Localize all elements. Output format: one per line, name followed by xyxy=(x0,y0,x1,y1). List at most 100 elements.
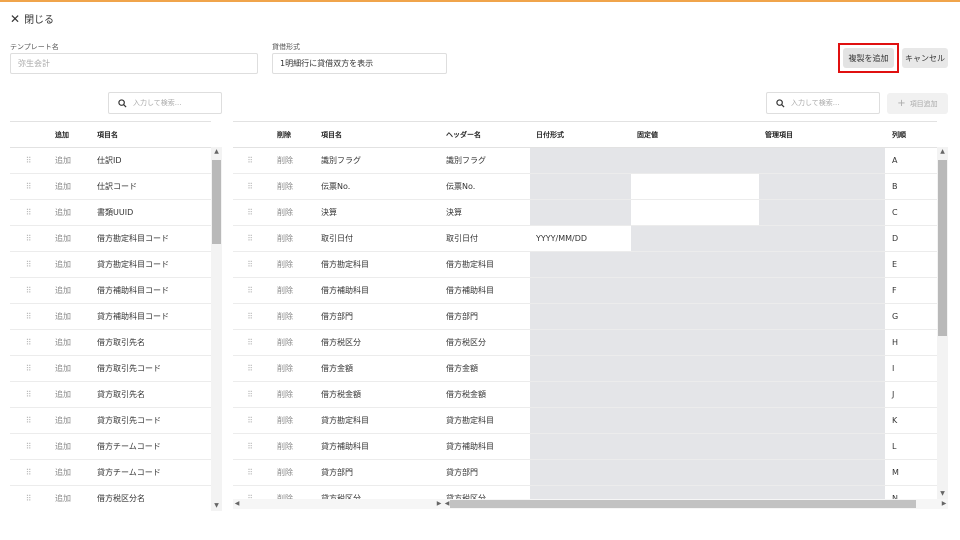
header-name-cell[interactable]: 識別フラグ xyxy=(440,148,530,173)
delete-action[interactable]: 削除 xyxy=(266,460,314,485)
drag-handle-icon[interactable]: ⠿ xyxy=(233,226,266,251)
right-h-scrollbar-left[interactable]: ◀ ▶ xyxy=(233,499,443,509)
drag-handle-icon[interactable]: ⠿ xyxy=(10,252,46,277)
header-name-cell[interactable]: 貸方補助科目 xyxy=(440,434,530,459)
right-scroll-thumb[interactable] xyxy=(938,160,947,336)
drag-handle-icon[interactable]: ⠿ xyxy=(10,434,46,459)
table-row: ⠿ 追加 借方勘定科目コード xyxy=(10,226,211,252)
delete-action[interactable]: 削除 xyxy=(266,252,314,277)
header-name-cell[interactable]: 借方勘定科目 xyxy=(440,252,530,277)
drag-handle-icon[interactable]: ⠿ xyxy=(10,304,46,329)
header-name-cell[interactable]: 借方金額 xyxy=(440,356,530,381)
header-name-cell[interactable]: 借方補助科目 xyxy=(440,278,530,303)
delete-action[interactable]: 削除 xyxy=(266,174,314,199)
fixed-value-cell[interactable] xyxy=(631,174,759,199)
delete-action[interactable]: 削除 xyxy=(266,330,314,355)
drag-handle-icon[interactable]: ⠿ xyxy=(233,304,266,329)
drag-handle-icon[interactable]: ⠿ xyxy=(10,174,46,199)
drag-handle-icon[interactable]: ⠿ xyxy=(233,408,266,433)
drag-handle-icon[interactable]: ⠿ xyxy=(233,486,266,499)
item-name: 貸方取引先コード xyxy=(97,416,161,425)
add-action[interactable]: 追加 xyxy=(46,434,92,459)
fixed-value-cell[interactable] xyxy=(631,200,759,225)
delete-action[interactable]: 削除 xyxy=(266,226,314,251)
drag-handle-icon[interactable]: ⠿ xyxy=(233,382,266,407)
delete-action[interactable]: 削除 xyxy=(266,356,314,381)
header-name-cell[interactable]: 貸方部門 xyxy=(440,460,530,485)
header-name-cell[interactable]: 借方部門 xyxy=(440,304,530,329)
add-action[interactable]: 追加 xyxy=(46,174,92,199)
drag-handle-icon[interactable]: ⠿ xyxy=(233,330,266,355)
drag-handle-icon[interactable]: ⠿ xyxy=(10,330,46,355)
h-scroll-thumb[interactable] xyxy=(450,500,916,508)
delete-action[interactable]: 削除 xyxy=(266,200,314,225)
format-select[interactable]: 1明細行に貸借双方を表示 xyxy=(272,53,447,74)
header-name-cell[interactable]: 貸方勘定科目 xyxy=(440,408,530,433)
drag-handle-icon[interactable]: ⠿ xyxy=(10,278,46,303)
drag-handle-icon[interactable]: ⠿ xyxy=(233,148,266,173)
header-name-cell[interactable]: 貸方税区分 xyxy=(440,486,530,499)
delete-action[interactable]: 削除 xyxy=(266,408,314,433)
left-scroll-thumb[interactable] xyxy=(212,160,221,244)
cancel-button[interactable]: キャンセル xyxy=(902,48,948,68)
add-action[interactable]: 追加 xyxy=(46,226,92,251)
scroll-left-icon[interactable]: ◀ xyxy=(233,500,241,507)
add-item-button[interactable]: + 項目追加 xyxy=(887,93,948,114)
delete-action[interactable]: 削除 xyxy=(266,148,314,173)
add-action[interactable]: 追加 xyxy=(46,460,92,485)
scroll-up-icon[interactable]: ▲ xyxy=(937,148,948,155)
drag-handle-icon[interactable]: ⠿ xyxy=(10,356,46,381)
scroll-down-icon[interactable]: ▼ xyxy=(211,502,222,509)
header-name-cell[interactable]: 決算 xyxy=(440,200,530,225)
drag-handle-icon[interactable]: ⠿ xyxy=(10,148,46,173)
drag-handle-icon[interactable]: ⠿ xyxy=(233,356,266,381)
delete-action[interactable]: 削除 xyxy=(266,382,314,407)
column-order-cell: L xyxy=(892,442,897,451)
header-name-cell[interactable]: 借方税金額 xyxy=(440,382,530,407)
right-vertical-scrollbar[interactable]: ▲ ▼ xyxy=(937,147,948,499)
scroll-up-icon[interactable]: ▲ xyxy=(211,148,222,155)
column-order-cell: F xyxy=(892,286,897,295)
add-action[interactable]: 追加 xyxy=(46,304,92,329)
delete-action[interactable]: 削除 xyxy=(266,486,314,499)
drag-handle-icon[interactable]: ⠿ xyxy=(233,278,266,303)
drag-handle-icon[interactable]: ⠿ xyxy=(233,200,266,225)
add-action[interactable]: 追加 xyxy=(46,278,92,303)
add-action[interactable]: 追加 xyxy=(46,252,92,277)
left-search-input[interactable]: 入力して検索... xyxy=(108,92,222,114)
add-action[interactable]: 追加 xyxy=(46,408,92,433)
scroll-right-icon[interactable]: ▶ xyxy=(435,500,443,507)
scroll-down-icon[interactable]: ▼ xyxy=(937,490,948,497)
drag-handle-icon[interactable]: ⠿ xyxy=(233,174,266,199)
delete-action[interactable]: 削除 xyxy=(266,278,314,303)
add-action[interactable]: 追加 xyxy=(46,200,92,225)
header-name-cell[interactable]: 伝票No. xyxy=(440,174,530,199)
header-name-cell[interactable]: 借方税区分 xyxy=(440,330,530,355)
add-action[interactable]: 追加 xyxy=(46,382,92,407)
table-row: ⠿ 追加 借方チームコード xyxy=(10,434,211,460)
drag-handle-icon[interactable]: ⠿ xyxy=(233,460,266,485)
template-name-input[interactable]: 弥生会計 xyxy=(10,53,258,74)
add-action[interactable]: 追加 xyxy=(46,486,92,511)
drag-handle-icon[interactable]: ⠿ xyxy=(10,226,46,251)
left-vertical-scrollbar[interactable]: ▲ ▼ xyxy=(211,147,222,511)
right-search-input[interactable]: 入力して検索... xyxy=(766,92,880,114)
add-action[interactable]: 追加 xyxy=(46,148,92,173)
delete-action[interactable]: 削除 xyxy=(266,434,314,459)
drag-handle-icon[interactable]: ⠿ xyxy=(233,252,266,277)
add-action[interactable]: 追加 xyxy=(46,330,92,355)
drag-handle-icon[interactable]: ⠿ xyxy=(10,460,46,485)
drag-handle-icon[interactable]: ⠿ xyxy=(10,408,46,433)
right-table-body: ⠿ 削除 識別フラグ 識別フラグ A ⠿ 削除 伝票No. 伝票No. B ⠿ 削除 決算 決算 C ⠿ 削除取… xyxy=(233,148,937,499)
drag-handle-icon[interactable]: ⠿ xyxy=(10,382,46,407)
date-format-cell[interactable]: YYYY/MM/DD xyxy=(530,226,631,251)
header-name-cell[interactable]: 取引日付 xyxy=(440,226,530,251)
right-h-scrollbar-main[interactable]: ◀ ▶ xyxy=(443,499,948,509)
drag-handle-icon[interactable]: ⠿ xyxy=(10,486,46,511)
add-action[interactable]: 追加 xyxy=(46,356,92,381)
drag-handle-icon[interactable]: ⠿ xyxy=(10,200,46,225)
close-button[interactable]: ✕ 閉じる xyxy=(10,11,54,27)
drag-handle-icon[interactable]: ⠿ xyxy=(233,434,266,459)
scroll-right-icon[interactable]: ▶ xyxy=(940,500,948,507)
delete-action[interactable]: 削除 xyxy=(266,304,314,329)
